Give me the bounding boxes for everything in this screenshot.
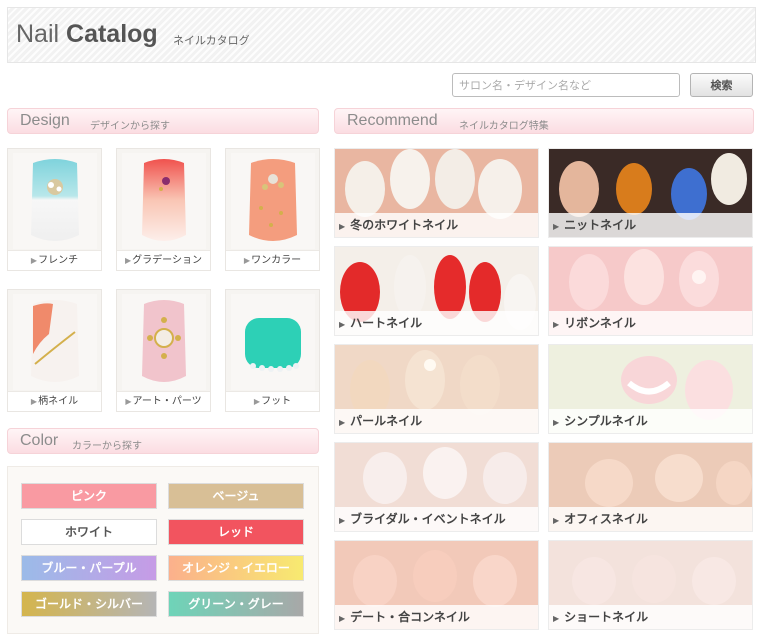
recommend-tile-label: ▶ 冬のホワイトネイル <box>335 213 538 237</box>
design-card-label: ▶フレンチ <box>8 250 101 270</box>
search-button[interactable]: 検索 <box>690 73 753 97</box>
recommend-label-text: リボンネイル <box>564 316 636 330</box>
color-section-title: Color <box>20 432 59 449</box>
color-white-button[interactable]: ホワイト <box>21 519 157 545</box>
design-card-label: ▶ワンカラー <box>226 250 319 270</box>
recommend-tile-label: ▶ ニットネイル <box>549 213 752 237</box>
color-orange-yellow-button[interactable]: オレンジ・イエロー <box>168 555 304 581</box>
recommend-label-text: ブライダル・イベントネイル <box>350 512 506 526</box>
arrow-right-icon: ▶ <box>553 614 560 623</box>
arrow-right-icon: ▶ <box>553 516 560 525</box>
color-beige-button[interactable]: ベージュ <box>168 483 304 509</box>
recommend-tile-label: ▶ デート・合コンネイル <box>335 605 538 629</box>
recommend-label-text: パールネイル <box>350 414 423 428</box>
recommend-label-text: 冬のホワイトネイル <box>350 218 459 232</box>
color-section-subtitle: カラーから探す <box>72 441 142 452</box>
design-card-art-parts[interactable]: ▶アート・パーツ <box>116 289 211 412</box>
design-card-label: ▶グラデーション <box>117 250 210 270</box>
design-section-header: Design デザインから探す <box>7 108 319 134</box>
color-red-button[interactable]: レッド <box>168 519 304 545</box>
art-parts-nail-image <box>122 294 206 390</box>
recommend-tile-label: ▶ パールネイル <box>335 409 538 433</box>
design-section-title: Design <box>20 112 70 129</box>
arrow-right-icon: ▶ <box>553 222 560 231</box>
arrow-right-icon: ▶ <box>339 222 346 231</box>
arrow-right-icon: ▶ <box>125 256 132 265</box>
recommend-tile-label: ▶ ブライダル・イベントネイル <box>335 507 538 531</box>
recommend-tile-label: ▶ リボンネイル <box>549 311 752 335</box>
arrow-right-icon: ▶ <box>125 397 132 406</box>
arrow-right-icon: ▶ <box>553 320 560 329</box>
arrow-right-icon: ▶ <box>339 320 346 329</box>
recommend-label-text: デート・合コンネイル <box>350 610 470 624</box>
color-green-gray-button[interactable]: グリーン・グレー <box>168 591 304 617</box>
recommend-section-header: Recommend ネイルカタログ特集 <box>334 108 754 134</box>
recommend-tile-simple[interactable]: ▶ シンプルネイル <box>548 344 753 434</box>
recommend-tile-ribbon[interactable]: ▶ リボンネイル <box>548 246 753 336</box>
title-light: Nail <box>16 20 67 48</box>
design-card-one-color[interactable]: ▶ワンカラー <box>225 148 320 271</box>
recommend-tile-winter-white[interactable]: ▶ 冬のホワイトネイル <box>334 148 539 238</box>
recommend-tile-label: ▶ シンプルネイル <box>549 409 752 433</box>
design-label-text: 柄ネイル <box>38 396 79 407</box>
french-nail-image <box>13 153 97 249</box>
arrow-right-icon: ▶ <box>339 516 346 525</box>
design-label-text: アート・パーツ <box>132 396 202 407</box>
pattern-nail-image <box>13 294 97 390</box>
recommend-tile-date[interactable]: ▶ デート・合コンネイル <box>334 540 539 630</box>
recommend-tile-pearl[interactable]: ▶ パールネイル <box>334 344 539 434</box>
search-input[interactable] <box>452 73 680 97</box>
color-pink-button[interactable]: ピンク <box>21 483 157 509</box>
design-card-label: ▶アート・パーツ <box>117 391 210 411</box>
recommend-tile-office[interactable]: ▶ オフィスネイル <box>548 442 753 532</box>
recommend-tile-label: ▶ ハートネイル <box>335 311 538 335</box>
page-subtitle: ネイルカタログ <box>173 34 250 47</box>
recommend-tile-label: ▶ ショートネイル <box>549 605 752 629</box>
one-color-nail-image <box>231 153 315 249</box>
recommend-label-text: ニットネイル <box>564 218 637 232</box>
arrow-right-icon: ▶ <box>253 397 261 406</box>
design-card-label: ▶フット <box>226 391 319 411</box>
color-section-header: Color カラーから探す <box>7 428 319 454</box>
recommend-tile-label: ▶ オフィスネイル <box>549 507 752 531</box>
recommend-label-text: ショートネイル <box>564 610 649 624</box>
recommend-section-title: Recommend <box>347 112 438 129</box>
design-card-gradation[interactable]: ▶グラデーション <box>116 148 211 271</box>
page-title: Nail Catalog <box>16 20 158 49</box>
color-blue-purple-button[interactable]: ブルー・パープル <box>21 555 157 581</box>
foot-nail-image <box>231 294 315 390</box>
title-bold: Catalog <box>66 20 158 48</box>
color-gold-silver-button[interactable]: ゴールド・シルバー <box>21 591 157 617</box>
design-card-foot[interactable]: ▶フット <box>225 289 320 412</box>
recommend-tile-heart[interactable]: ▶ ハートネイル <box>334 246 539 336</box>
recommend-label-text: オフィスネイル <box>564 512 648 526</box>
recommend-tile-knit[interactable]: ▶ ニットネイル <box>548 148 753 238</box>
design-label-text: フレンチ <box>38 255 79 266</box>
page-header: Nail Catalog ネイルカタログ <box>7 7 756 63</box>
design-card-pattern[interactable]: ▶柄ネイル <box>7 289 102 412</box>
design-card-label: ▶柄ネイル <box>8 391 101 411</box>
arrow-right-icon: ▶ <box>30 397 38 406</box>
arrow-right-icon: ▶ <box>339 418 346 427</box>
recommend-label-text: シンプルネイル <box>564 414 648 428</box>
design-label-text: フット <box>261 396 292 407</box>
recommend-label-text: ハートネイル <box>350 316 423 330</box>
arrow-right-icon: ▶ <box>339 614 346 623</box>
arrow-right-icon: ▶ <box>30 256 38 265</box>
gradation-nail-image <box>122 153 206 249</box>
design-label-text: ワンカラー <box>251 255 302 266</box>
recommend-tile-short[interactable]: ▶ ショートネイル <box>548 540 753 630</box>
design-card-french[interactable]: ▶フレンチ <box>7 148 102 271</box>
recommend-tile-bridal-event[interactable]: ▶ ブライダル・イベントネイル <box>334 442 539 532</box>
design-section-subtitle: デザインから探す <box>90 121 170 132</box>
arrow-right-icon: ▶ <box>553 418 560 427</box>
design-label-text: グラデーション <box>132 255 202 266</box>
color-button-panel: ピンク ベージュ ホワイト レッド ブルー・パープル オレンジ・イエロー ゴール… <box>7 466 319 634</box>
arrow-right-icon: ▶ <box>243 256 251 265</box>
recommend-section-subtitle: ネイルカタログ特集 <box>459 121 549 132</box>
